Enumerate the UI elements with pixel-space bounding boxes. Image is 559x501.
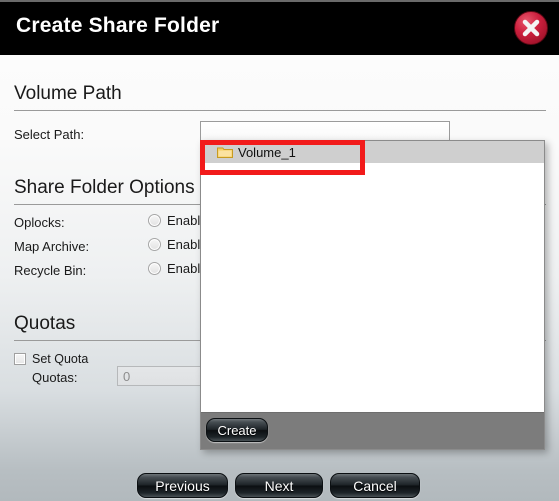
volume-path-divider xyxy=(14,110,546,111)
oplocks-label: Oplocks: xyxy=(14,215,65,230)
radio-circle-icon xyxy=(148,238,161,251)
previous-button[interactable]: Previous xyxy=(137,473,228,498)
map-archive-label: Map Archive: xyxy=(14,239,90,254)
recycle-bin-enable-radio[interactable]: Enable xyxy=(148,261,207,276)
list-item-label: Volume_1 xyxy=(238,144,296,160)
volume-path-heading: Volume Path xyxy=(14,83,122,104)
cancel-button[interactable]: Cancel xyxy=(330,473,420,498)
volume-browser-panel: Volume_1 Create xyxy=(200,140,545,450)
radio-circle-icon xyxy=(148,262,161,275)
close-icon[interactable] xyxy=(514,11,548,45)
create-button[interactable]: Create xyxy=(206,418,268,442)
set-quota-label: Set Quota xyxy=(32,352,89,366)
dialog-titlebar: Create Share Folder xyxy=(0,0,559,55)
close-x-glyph xyxy=(522,19,540,37)
oplocks-enable-radio[interactable]: Enable xyxy=(148,213,207,228)
map-archive-enable-radio[interactable]: Enable xyxy=(148,237,207,252)
volume-list[interactable]: Volume_1 xyxy=(201,141,544,413)
quotas-heading: Quotas xyxy=(14,313,76,334)
create-share-folder-dialog: Create Share Folder Volume Path Select P… xyxy=(0,0,559,501)
select-path-label: Select Path: xyxy=(14,127,85,142)
share-folder-options-heading: Share Folder Options xyxy=(14,177,195,198)
radio-circle-icon xyxy=(148,214,161,227)
list-item[interactable]: Volume_1 xyxy=(201,141,544,163)
next-button[interactable]: Next xyxy=(235,473,323,498)
recycle-bin-label: Recycle Bin: xyxy=(14,263,87,278)
volume-browser-footer: Create xyxy=(201,412,544,449)
folder-icon xyxy=(217,147,233,158)
dialog-title: Create Share Folder xyxy=(16,14,220,37)
quotas-field-label: Quotas: xyxy=(32,370,78,385)
set-quota-checkbox[interactable]: Set Quota xyxy=(14,352,88,366)
checkbox-box-icon xyxy=(14,353,26,365)
